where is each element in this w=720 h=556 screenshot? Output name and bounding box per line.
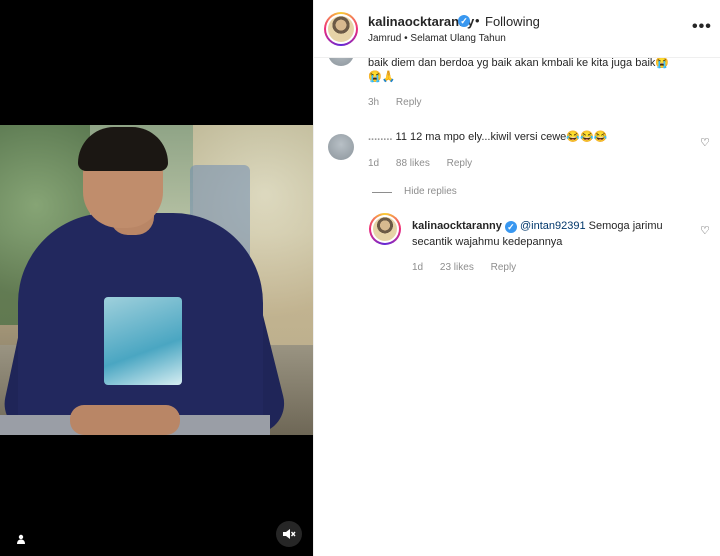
reply-avatar-image (373, 217, 397, 241)
comments-panel: kalinaocktaranny ✓ • Following Jamrud • … (313, 0, 720, 556)
post-media (0, 0, 313, 556)
reply-time: 1d (412, 262, 424, 273)
reply-meta: 1d 23 likes Reply (412, 262, 530, 273)
heart-icon[interactable]: ♡ (700, 224, 710, 237)
reply-mention[interactable]: @intan92391 (520, 220, 586, 232)
author-avatar-image (328, 16, 354, 42)
comment-meta: 1d 88 likes Reply (368, 158, 486, 169)
comment-avatar[interactable] (328, 134, 354, 160)
post-header: kalinaocktaranny ✓ • Following Jamrud • … (314, 0, 720, 58)
comment-reply-button[interactable]: Reply (396, 97, 422, 108)
hide-replies-button[interactable]: Hide replies (404, 186, 457, 197)
verified-badge-icon: ✓ (458, 15, 470, 27)
user-tag-button[interactable] (10, 528, 32, 550)
reply-username[interactable]: kalinaocktaranny (412, 220, 502, 232)
audio-subtitle[interactable]: Jamrud • Selamat Ulang Tahun (368, 33, 506, 44)
photo-subject-shirt-print (104, 297, 182, 385)
post-photo[interactable] (0, 125, 313, 435)
ellipsis-icon[interactable]: ••• (692, 18, 712, 36)
verified-badge-icon: ✓ (504, 221, 517, 233)
comment-meta: 3h Reply (368, 97, 435, 108)
heart-icon[interactable]: ♡ (700, 136, 710, 149)
photo-subject-hair (78, 127, 168, 171)
comment-text: baik diem dan berdoa yg baik akan kmbali… (368, 57, 670, 83)
reply-reply-button[interactable]: Reply (491, 262, 517, 273)
comment-reply-button[interactable]: Reply (447, 158, 473, 169)
author-avatar[interactable] (324, 12, 358, 46)
comment-text: ........ 11 12 ma mpo ely...kiwil versi … (368, 131, 608, 143)
comment-time: 1d (368, 158, 380, 169)
photo-subject-hands (70, 405, 180, 435)
comment-time: 3h (368, 97, 380, 108)
reply-likes[interactable]: 23 likes (440, 262, 474, 273)
reply-text: kalinaocktaranny ✓ @intan92391 Semoga ja… (412, 220, 663, 248)
following-button[interactable]: Following (485, 14, 540, 29)
comment-likes[interactable]: 88 likes (396, 158, 430, 169)
mute-button[interactable] (276, 521, 302, 547)
header-separator: • (475, 13, 480, 28)
speaker-muted-icon (283, 529, 296, 539)
hide-replies-line (372, 192, 392, 193)
comment-username[interactable]: ........ (368, 131, 392, 143)
person-icon (17, 534, 25, 544)
reply-avatar[interactable] (369, 213, 401, 245)
